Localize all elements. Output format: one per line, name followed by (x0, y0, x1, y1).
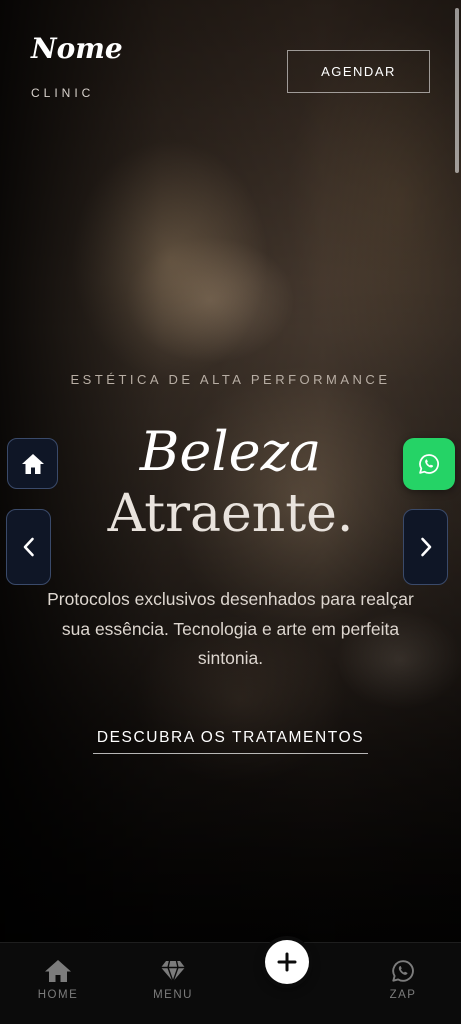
brand-subtitle: CLINIC (31, 86, 95, 100)
home-icon (45, 960, 71, 982)
hero-headline-line1: Beleza (139, 420, 322, 483)
brand-name: Nome (31, 32, 123, 65)
diamond-icon (161, 960, 185, 983)
hero-kicker: ESTÉTICA DE ALTA PERFORMANCE (70, 372, 391, 387)
add-action-button[interactable] (265, 940, 309, 984)
home-icon (21, 453, 44, 474)
hero-description: Protocolos exclusivos desenhados para re… (47, 589, 414, 668)
nav-item-label: ZAP (389, 989, 417, 1001)
scrollbar-thumb[interactable] (455, 8, 459, 173)
whatsapp-icon (392, 960, 414, 982)
whatsapp-icon (419, 454, 439, 474)
chevron-left-icon (23, 537, 34, 557)
discover-treatments-link[interactable]: DESCUBRA OS TRATAMENTOS (93, 729, 368, 754)
plus-icon (277, 952, 297, 972)
bottom-navigation: HOME MENU ZAP (0, 942, 461, 1024)
agendar-button[interactable]: AGENDAR (287, 50, 430, 93)
carousel-next-button[interactable] (403, 509, 448, 585)
whatsapp-floating-button[interactable] (403, 438, 455, 490)
carousel-prev-button[interactable] (6, 509, 51, 585)
nav-item-menu[interactable]: MENU (128, 959, 218, 1001)
nav-item-label: HOME (37, 989, 79, 1001)
nav-item-zap[interactable]: ZAP (358, 959, 448, 1001)
chevron-right-icon (420, 537, 431, 557)
nav-item-label: MENU (153, 989, 193, 1001)
home-shortcut-button[interactable] (7, 438, 58, 489)
nav-item-home[interactable]: HOME (13, 959, 103, 1001)
hero-headline-line2: Atraente. (107, 484, 354, 544)
